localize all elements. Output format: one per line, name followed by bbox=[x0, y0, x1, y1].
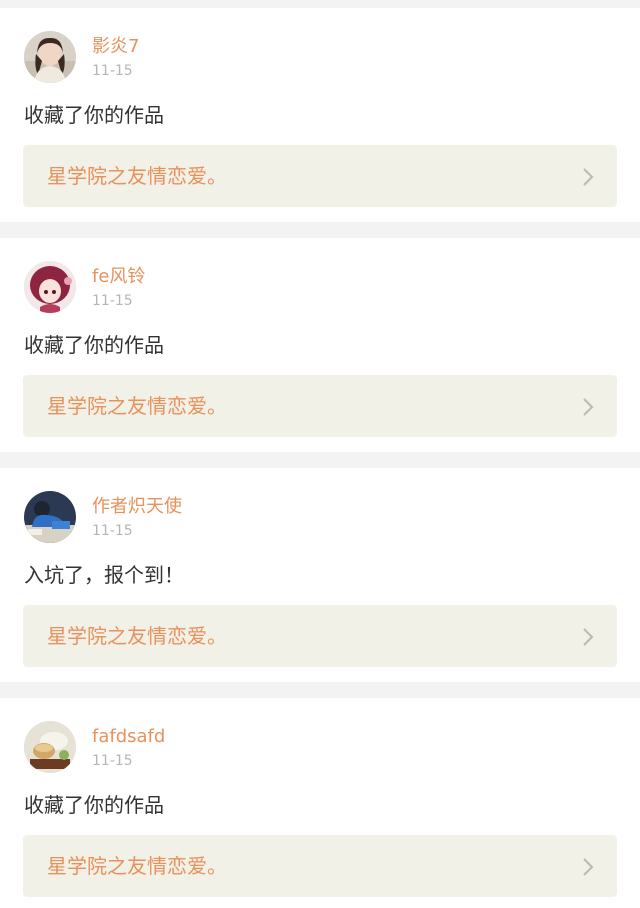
username[interactable]: 作者炽天使 bbox=[92, 495, 182, 519]
chevron-right-icon bbox=[581, 627, 595, 647]
username[interactable]: 影炎7 bbox=[92, 35, 139, 59]
message-text: 收藏了你的作品 bbox=[24, 103, 164, 127]
feed-item: 作者炽天使 11-15 入坑了，报个到！ 星学院之友情恋爱。 bbox=[0, 468, 640, 682]
chevron-right-icon bbox=[581, 857, 595, 877]
work-title: 星学院之友情恋爱。 bbox=[47, 164, 227, 188]
timestamp: 11-15 bbox=[92, 753, 133, 769]
feed-item: 影炎7 11-15 收藏了你的作品 星学院之友情恋爱。 bbox=[0, 8, 640, 222]
username[interactable]: fe风铃 bbox=[92, 265, 145, 289]
work-title: 星学院之友情恋爱。 bbox=[47, 394, 227, 418]
comment-feed: 影炎7 11-15 收藏了你的作品 星学院之友情恋爱。 fe风铃 11-15 收… bbox=[0, 0, 640, 908]
work-title: 星学院之友情恋爱。 bbox=[47, 624, 227, 648]
message-text: 收藏了你的作品 bbox=[24, 333, 164, 357]
avatar[interactable] bbox=[24, 491, 76, 543]
timestamp: 11-15 bbox=[92, 523, 133, 539]
chevron-right-icon bbox=[581, 397, 595, 417]
avatar[interactable] bbox=[24, 721, 76, 773]
timestamp: 11-15 bbox=[92, 293, 133, 309]
work-title: 星学院之友情恋爱。 bbox=[47, 854, 227, 878]
message-text: 收藏了你的作品 bbox=[24, 793, 164, 817]
chevron-right-icon bbox=[581, 167, 595, 187]
work-link[interactable]: 星学院之友情恋爱。 bbox=[23, 145, 617, 207]
message-text: 入坑了，报个到！ bbox=[24, 563, 184, 587]
work-link[interactable]: 星学院之友情恋爱。 bbox=[23, 605, 617, 667]
avatar[interactable] bbox=[24, 261, 76, 313]
feed-item: fe风铃 11-15 收藏了你的作品 星学院之友情恋爱。 bbox=[0, 238, 640, 452]
feed-item: fafdsafd 11-15 收藏了你的作品 星学院之友情恋爱。 bbox=[0, 698, 640, 908]
work-link[interactable]: 星学院之友情恋爱。 bbox=[23, 375, 617, 437]
timestamp: 11-15 bbox=[92, 63, 133, 79]
work-link[interactable]: 星学院之友情恋爱。 bbox=[23, 835, 617, 897]
avatar[interactable] bbox=[24, 31, 76, 83]
username[interactable]: fafdsafd bbox=[92, 725, 165, 749]
